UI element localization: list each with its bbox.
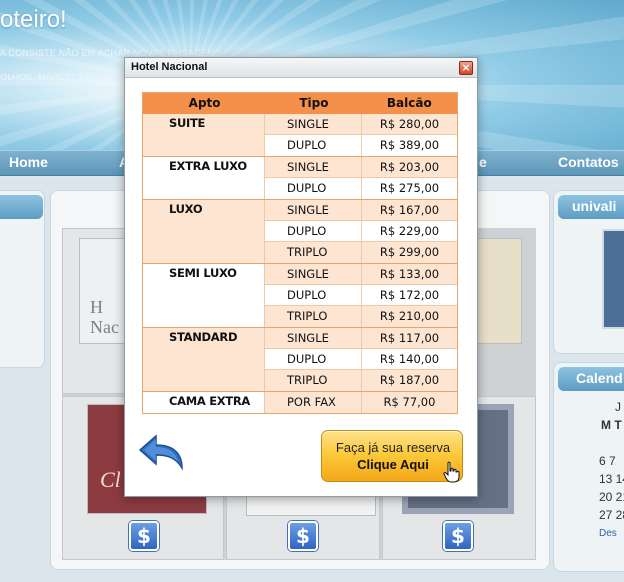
price-cell: R$ 117,00 [361, 328, 457, 348]
apartment-type: SEMI LUXO [143, 264, 265, 327]
calendar-row[interactable]: 20 21 [599, 490, 624, 504]
table-row: DUPLO R$ 172,00 [265, 285, 457, 306]
calendar-title: Calend [558, 367, 624, 391]
table-row: TRIPLO R$ 299,00 [265, 242, 457, 263]
header-apto: Apto [188, 96, 221, 110]
reserve-button-line1: Faça já sua reserva [335, 440, 451, 455]
room-type-cell: DUPLO [287, 224, 327, 238]
apartment-group: CAMA EXTRA POR FAX R$ 77,00 [143, 392, 457, 413]
table-row: SINGLE R$ 203,00 [265, 157, 457, 178]
table-row: SINGLE R$ 280,00 [265, 114, 457, 135]
apartment-type: LUXO [143, 200, 265, 263]
price-cell: R$ 172,00 [361, 285, 457, 305]
room-type-cell: DUPLO [287, 288, 327, 302]
table-row: POR FAX R$ 77,00 [265, 392, 457, 413]
calendar-row[interactable]: 6 7 [599, 454, 616, 468]
room-rows: POR FAX R$ 77,00 [265, 392, 457, 413]
hotel-price-dialog: Hotel Nacional × Apto Tipo Balcão SUITE S… [124, 57, 478, 497]
price-cell: R$ 203,00 [361, 157, 457, 177]
table-row: DUPLO R$ 229,00 [265, 221, 457, 242]
room-type-cell: TRIPLO [287, 309, 328, 323]
right-sidebar-widget: univali [553, 190, 624, 354]
table-row: DUPLO R$ 275,00 [265, 178, 457, 199]
calendar-month: J [615, 400, 621, 414]
table-row: SINGLE R$ 167,00 [265, 200, 457, 221]
apartment-type: STANDARD [143, 328, 265, 391]
table-row: DUPLO R$ 140,00 [265, 349, 457, 370]
room-type-cell: SINGLE [287, 160, 329, 174]
room-type-cell: SINGLE [287, 203, 329, 217]
calendar-prev-link[interactable]: Des [599, 528, 617, 539]
univali-logo[interactable] [602, 229, 624, 329]
dialog-titlebar[interactable]: Hotel Nacional × [125, 58, 477, 78]
table-row: SINGLE R$ 117,00 [265, 328, 457, 349]
room-type-cell: DUPLO [287, 181, 327, 195]
table-row: DUPLO R$ 389,00 [265, 135, 457, 156]
price-cell: R$ 389,00 [361, 135, 457, 156]
price-cell: R$ 280,00 [361, 114, 457, 134]
right-widget-title: univali [558, 195, 624, 219]
reserve-button[interactable]: Faça já sua reserva Clique Aqui [321, 430, 463, 483]
site-title: oteiro! [0, 6, 67, 33]
price-table-body: SUITE SINGLE R$ 280,00 DUPLO R$ 389,00 EXTRA … [143, 114, 457, 413]
nav-contatos[interactable]: Contatos [558, 154, 619, 170]
room-type-cell: SINGLE [287, 267, 329, 281]
apartment-type: CAMA EXTRA [143, 392, 265, 413]
apartment-group: EXTRA LUXO SINGLE R$ 203,00 DUPLO R$ 275,00 [143, 157, 457, 200]
apartment-type: SUITE [143, 114, 265, 156]
room-type-cell: DUPLO [287, 352, 327, 366]
price-dollar-icon[interactable]: $ [288, 521, 318, 551]
nav-e[interactable]: e [479, 154, 487, 170]
apartment-group: SEMI LUXO SINGLE R$ 133,00 DUPLO R$ 172,00 TR… [143, 264, 457, 328]
price-cell: R$ 167,00 [361, 200, 457, 220]
price-cell: R$ 133,00 [361, 264, 457, 284]
room-rows: SINGLE R$ 133,00 DUPLO R$ 172,00 TRIPLO R$ 21… [265, 264, 457, 327]
dialog-title: Hotel Nacional [131, 61, 208, 73]
calendar-day-headers: M T [601, 418, 622, 432]
table-row: SINGLE R$ 133,00 [265, 264, 457, 285]
price-dollar-icon[interactable]: $ [443, 521, 473, 551]
calendar-row[interactable]: 13 14 [599, 472, 624, 486]
apartment-group: SUITE SINGLE R$ 280,00 DUPLO R$ 389,00 [143, 114, 457, 157]
room-rows: SINGLE R$ 167,00 DUPLO R$ 229,00 TRIPLO R$ 29… [265, 200, 457, 263]
clarion-thumb-text: Cl [100, 467, 121, 492]
room-rows: SINGLE R$ 280,00 DUPLO R$ 389,00 [265, 114, 457, 156]
price-cell: R$ 275,00 [361, 178, 457, 199]
close-icon[interactable]: × [459, 61, 473, 75]
table-row: TRIPLO R$ 187,00 [265, 370, 457, 391]
room-type-cell: TRIPLO [287, 245, 328, 259]
price-cell: R$ 210,00 [361, 306, 457, 327]
room-rows: SINGLE R$ 203,00 DUPLO R$ 275,00 [265, 157, 457, 199]
price-cell: R$ 299,00 [361, 242, 457, 263]
header-balcao: Balcão [386, 96, 432, 110]
calendar-row[interactable]: 27 28 [599, 508, 624, 522]
room-type-cell: POR FAX [287, 395, 336, 409]
price-table-header: Apto Tipo Balcão [143, 93, 457, 114]
header-tipo: Tipo [299, 96, 329, 110]
site-tagline-2: OLHOS. MARCEL PROUST [0, 72, 118, 82]
left-sidebar-widget [0, 190, 45, 368]
hotel-nacional-thumb-text: H Nac [90, 297, 119, 337]
nav-home[interactable]: Home [9, 154, 48, 170]
apartment-group: LUXO SINGLE R$ 167,00 DUPLO R$ 229,00 TRIPLO R… [143, 200, 457, 264]
price-cell: R$ 187,00 [361, 370, 457, 391]
price-cell: R$ 77,00 [361, 392, 457, 413]
room-type-cell: TRIPLO [287, 373, 328, 387]
table-row: TRIPLO R$ 210,00 [265, 306, 457, 327]
hotel-thumbnail-right[interactable] [476, 238, 522, 344]
room-rows: SINGLE R$ 117,00 DUPLO R$ 140,00 TRIPLO R$ 18… [265, 328, 457, 391]
room-type-cell: SINGLE [287, 117, 329, 131]
price-cell: R$ 229,00 [361, 221, 457, 241]
room-type-cell: SINGLE [287, 331, 329, 345]
apartment-type: EXTRA LUXO [143, 157, 265, 199]
left-widget-header [0, 195, 43, 219]
price-cell: R$ 140,00 [361, 349, 457, 369]
back-arrow-icon[interactable] [136, 430, 192, 474]
price-dollar-icon[interactable]: $ [129, 521, 159, 551]
room-type-cell: DUPLO [287, 138, 327, 152]
hand-pointer-icon [443, 461, 460, 483]
price-table: Apto Tipo Balcão SUITE SINGLE R$ 280,00 DUP… [142, 92, 458, 414]
apartment-group: STANDARD SINGLE R$ 117,00 DUPLO R$ 140,00 TRI… [143, 328, 457, 392]
